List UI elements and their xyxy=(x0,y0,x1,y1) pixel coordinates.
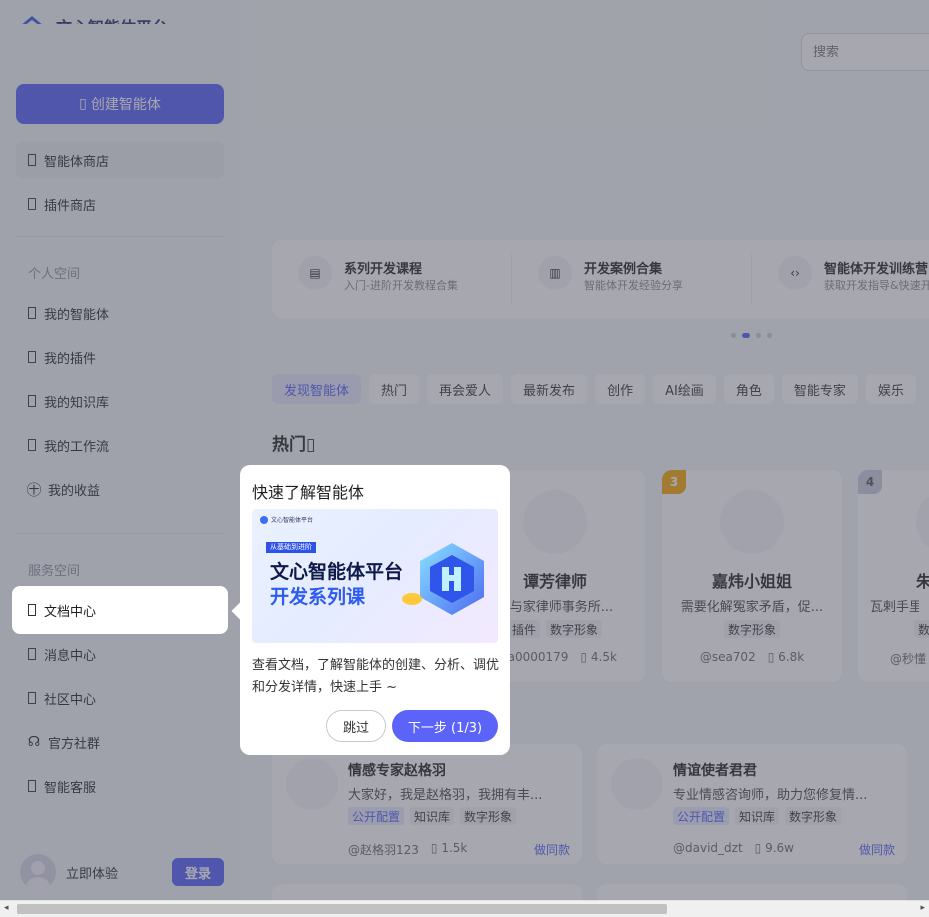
scrollbar-thumb[interactable] xyxy=(17,904,667,914)
next-step-button[interactable]: 下一步 (1/3) xyxy=(392,710,498,742)
banner-line-2: 开发系列课 xyxy=(270,586,366,608)
platform-3d-icon xyxy=(420,543,484,615)
guide-overlay[interactable] xyxy=(0,0,929,900)
banner-line-1: 文心智能体平台 xyxy=(270,561,404,583)
doc-icon xyxy=(28,604,36,616)
popover-title: 快速了解智能体 xyxy=(252,483,365,502)
banner-badge: 从基础到进阶 xyxy=(266,542,316,553)
course-banner-image: 文心智能体平台 从基础到进阶 文心智能体平台 开发系列课 xyxy=(252,509,498,643)
skip-button[interactable]: 跳过 xyxy=(326,710,386,742)
sidebar-item-doc-center[interactable]: 文档中心 xyxy=(12,586,228,634)
onboarding-popover: 快速了解智能体 文心智能体平台 从基础到进阶 文心智能体平台 开发系列课 查看文… xyxy=(240,465,510,755)
popover-text: 查看文档，了解智能体的创建、分析、调优和分发详情，快速上手 ~ xyxy=(252,658,500,695)
scroll-right-icon[interactable]: ▸ xyxy=(920,903,925,913)
coin-decoration xyxy=(402,593,422,605)
horizontal-scrollbar[interactable]: ◂ ▸ xyxy=(0,900,929,917)
scroll-left-icon[interactable]: ◂ xyxy=(4,903,9,913)
mini-logo: 文心智能体平台 xyxy=(260,515,313,524)
